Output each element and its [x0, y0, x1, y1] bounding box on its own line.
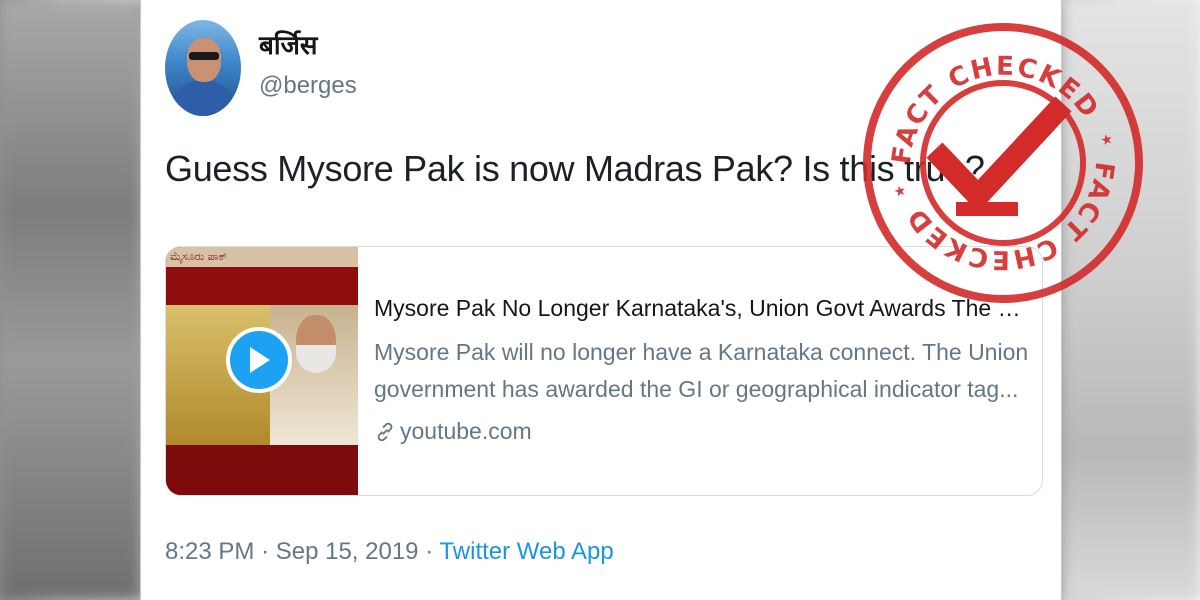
tweet-time[interactable]: 8:23 PM — [165, 538, 254, 565]
thumbnail-footer-band — [166, 445, 358, 495]
display-name[interactable]: बर्जिस — [259, 26, 317, 62]
stamp-underline — [956, 202, 1018, 216]
tweet-meta: 8:23 PM · Sep 15, 2019 · Twitter Web App — [165, 538, 614, 566]
thumbnail-ticker-text: ಮೈಸೂರು ಪಾಕ್ — [170, 250, 228, 263]
play-icon — [250, 347, 270, 373]
thumbnail-ticker: ಮೈಸೂರು ಪಾಕ್ — [166, 247, 358, 267]
tweet-source[interactable]: Twitter Web App — [439, 538, 613, 565]
checkmark-icon — [926, 96, 1072, 213]
stamp-star-icon: ★ — [1099, 131, 1115, 150]
thumbnail-person-beard — [296, 345, 336, 373]
meta-separator: · — [425, 538, 434, 565]
background-blur-left — [0, 0, 140, 600]
avatar-face — [187, 38, 221, 82]
play-button[interactable] — [226, 327, 292, 393]
card-body: Mysore Pak No Longer Karnataka's, Union … — [374, 295, 1034, 445]
stamp-star-icon: ★ — [892, 182, 908, 201]
avatar-shirt — [171, 80, 235, 116]
card-domain-text: youtube.com — [400, 418, 532, 444]
avatar[interactable] — [165, 20, 241, 116]
meta-separator: · — [261, 538, 270, 565]
tweet-date[interactable]: Sep 15, 2019 — [276, 538, 419, 565]
link-icon — [374, 421, 396, 443]
user-handle[interactable]: @berges — [259, 72, 357, 100]
video-thumbnail[interactable]: ಮೈಸೂರು ಪಾಕ್ — [166, 247, 358, 495]
card-domain[interactable]: youtube.com — [374, 418, 1034, 445]
fact-checked-stamp: FACT CHECKED FACT CHECKED ★ ★ — [863, 23, 1143, 303]
avatar-glasses — [189, 52, 219, 60]
card-description: Mysore Pak will no longer have a Karnata… — [374, 339, 1029, 402]
thumbnail-header-band — [166, 267, 358, 305]
